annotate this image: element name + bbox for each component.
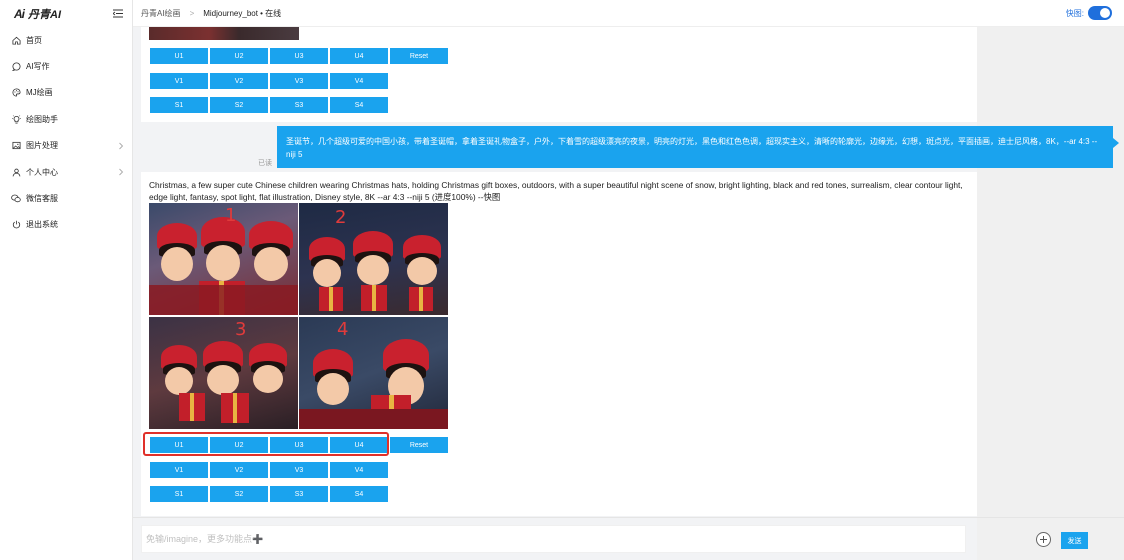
sidebar-item-label: 退出系统 bbox=[26, 220, 58, 230]
app-logo[interactable]: Ai 丹青AI bbox=[14, 6, 61, 22]
reset-button[interactable]: Reset bbox=[390, 437, 448, 453]
upscale-u1-button[interactable]: U1 bbox=[150, 48, 208, 64]
prompt-input[interactable] bbox=[142, 526, 965, 552]
sidebar-item-mj-drawing[interactable]: MJ绘画 bbox=[0, 80, 132, 106]
toggle-knob bbox=[1100, 8, 1110, 18]
tile-number: 3 bbox=[235, 319, 247, 340]
quick-mode-toggle[interactable] bbox=[1088, 6, 1112, 20]
sidebar-item-label: AI写作 bbox=[26, 62, 50, 72]
user-icon bbox=[11, 167, 21, 177]
upscale-u2-button[interactable]: U2 bbox=[210, 48, 268, 64]
chat-icon bbox=[11, 62, 21, 72]
generated-image-grid[interactable]: 1 2 3 4 bbox=[149, 203, 449, 429]
quick-mode: 快图: bbox=[1066, 6, 1112, 20]
read-status: 已读 bbox=[258, 160, 272, 167]
plus-icon bbox=[1040, 536, 1047, 543]
composer-divider bbox=[133, 517, 1124, 518]
bulb-icon bbox=[11, 114, 21, 124]
sidebar-item-drawing-assistant[interactable]: 绘图助手 bbox=[0, 106, 132, 132]
quick-mode-label: 快图: bbox=[1065, 8, 1084, 18]
logo-mark: Ai bbox=[14, 6, 25, 21]
style-s4-button[interactable]: S4 bbox=[330, 486, 388, 502]
chevron-right-icon bbox=[119, 168, 124, 176]
wechat-icon bbox=[11, 194, 21, 204]
variation-v2-button[interactable]: V2 bbox=[210, 462, 268, 478]
sidebar-item-label: 首页 bbox=[26, 35, 42, 45]
image-tile-4: 4 bbox=[299, 317, 448, 429]
upscale-u3-button[interactable]: U3 bbox=[270, 48, 328, 64]
sidebar-item-wechat-support[interactable]: 微信客服 bbox=[0, 185, 132, 211]
sidebar-item-image-processing[interactable]: 图片处理 bbox=[0, 133, 132, 159]
variation-v1-button[interactable]: V1 bbox=[150, 462, 208, 478]
style-s2-button[interactable]: S2 bbox=[210, 486, 268, 502]
sidebar-item-label: 个人中心 bbox=[26, 167, 58, 177]
variation-v3-button[interactable]: V3 bbox=[270, 462, 328, 478]
send-button[interactable]: 发送 bbox=[1061, 532, 1088, 549]
variation-v1-button[interactable]: V1 bbox=[150, 73, 208, 89]
top-header: 丹青AI绘画 > Midjourney_bot • 在线 快图: bbox=[133, 0, 1124, 27]
breadcrumb-root[interactable]: 丹青AI绘画 bbox=[141, 8, 181, 19]
variation-v2-button[interactable]: V2 bbox=[210, 73, 268, 89]
user-message-bubble: 圣诞节，几个超级可爱的中国小孩，带着圣诞帽，拿着圣诞礼物盒子，户外，下着雪的超级… bbox=[277, 126, 1119, 168]
style-s3-button[interactable]: S3 bbox=[270, 486, 328, 502]
style-s2-button[interactable]: S2 bbox=[210, 97, 268, 113]
style-s3-button[interactable]: S3 bbox=[270, 97, 328, 113]
sidebar-item-logout[interactable]: 退出系统 bbox=[0, 212, 132, 238]
variation-v3-button[interactable]: V3 bbox=[270, 73, 328, 89]
bot-message-card: Christmas, a few super cute Chinese chil… bbox=[141, 172, 977, 516]
power-icon bbox=[11, 220, 21, 230]
add-attachment-button[interactable] bbox=[1036, 532, 1051, 547]
reset-button[interactable]: Reset bbox=[390, 48, 448, 64]
composer bbox=[141, 525, 966, 553]
sidebar: Ai 丹青AI 首页 AI写作 MJ绘画 绘图助手 图片处理 个人中心 微信客服… bbox=[0, 0, 133, 560]
home-icon bbox=[11, 35, 21, 45]
upscale-buttons-highlight bbox=[143, 432, 389, 456]
logo-row: Ai 丹青AI bbox=[0, 0, 132, 27]
sidebar-item-label: 绘图助手 bbox=[26, 114, 58, 124]
sidebar-item-ai-writing[interactable]: AI写作 bbox=[0, 53, 132, 79]
image-tile-3: 3 bbox=[149, 317, 298, 429]
tile-number: 4 bbox=[337, 319, 349, 340]
style-s1-button[interactable]: S1 bbox=[150, 486, 208, 502]
style-s1-button[interactable]: S1 bbox=[150, 97, 208, 113]
generated-image-preview[interactable] bbox=[149, 27, 299, 40]
sidebar-item-label: 微信客服 bbox=[26, 194, 58, 204]
sidebar-menu: 首页 AI写作 MJ绘画 绘图助手 图片处理 个人中心 微信客服 退出系统 bbox=[0, 27, 132, 238]
chat-area: U1 U2 U3 U4 Reset V1 V2 V3 V4 S1 S2 S3 S… bbox=[133, 27, 1124, 560]
bot-prompt-text: Christmas, a few super cute Chinese chil… bbox=[149, 180, 963, 202]
breadcrumb-separator: > bbox=[189, 8, 195, 18]
chevron-right-icon bbox=[119, 142, 124, 150]
logo-text: 丹青AI bbox=[28, 8, 61, 21]
palette-icon bbox=[11, 88, 21, 98]
upscale-u4-button[interactable]: U4 bbox=[330, 48, 388, 64]
image-icon bbox=[11, 141, 21, 151]
collapse-sidebar-icon[interactable] bbox=[112, 8, 124, 20]
right-gutter bbox=[977, 27, 1124, 560]
sidebar-item-label: MJ绘画 bbox=[26, 88, 53, 98]
sidebar-item-label: 图片处理 bbox=[26, 141, 58, 151]
bot-message-card: U1 U2 U3 U4 Reset V1 V2 V3 V4 S1 S2 S3 S… bbox=[141, 27, 977, 122]
image-tile-1: 1 bbox=[149, 203, 298, 315]
variation-v4-button[interactable]: V4 bbox=[330, 73, 388, 89]
style-s4-button[interactable]: S4 bbox=[330, 97, 388, 113]
image-tile-2: 2 bbox=[299, 203, 448, 315]
variation-v4-button[interactable]: V4 bbox=[330, 462, 388, 478]
breadcrumb-current: Midjourney_bot • 在线 bbox=[203, 8, 282, 18]
sidebar-item-home[interactable]: 首页 bbox=[0, 27, 132, 53]
sidebar-item-profile[interactable]: 个人中心 bbox=[0, 159, 132, 185]
tile-number: 1 bbox=[225, 205, 237, 226]
tile-number: 2 bbox=[335, 207, 347, 228]
